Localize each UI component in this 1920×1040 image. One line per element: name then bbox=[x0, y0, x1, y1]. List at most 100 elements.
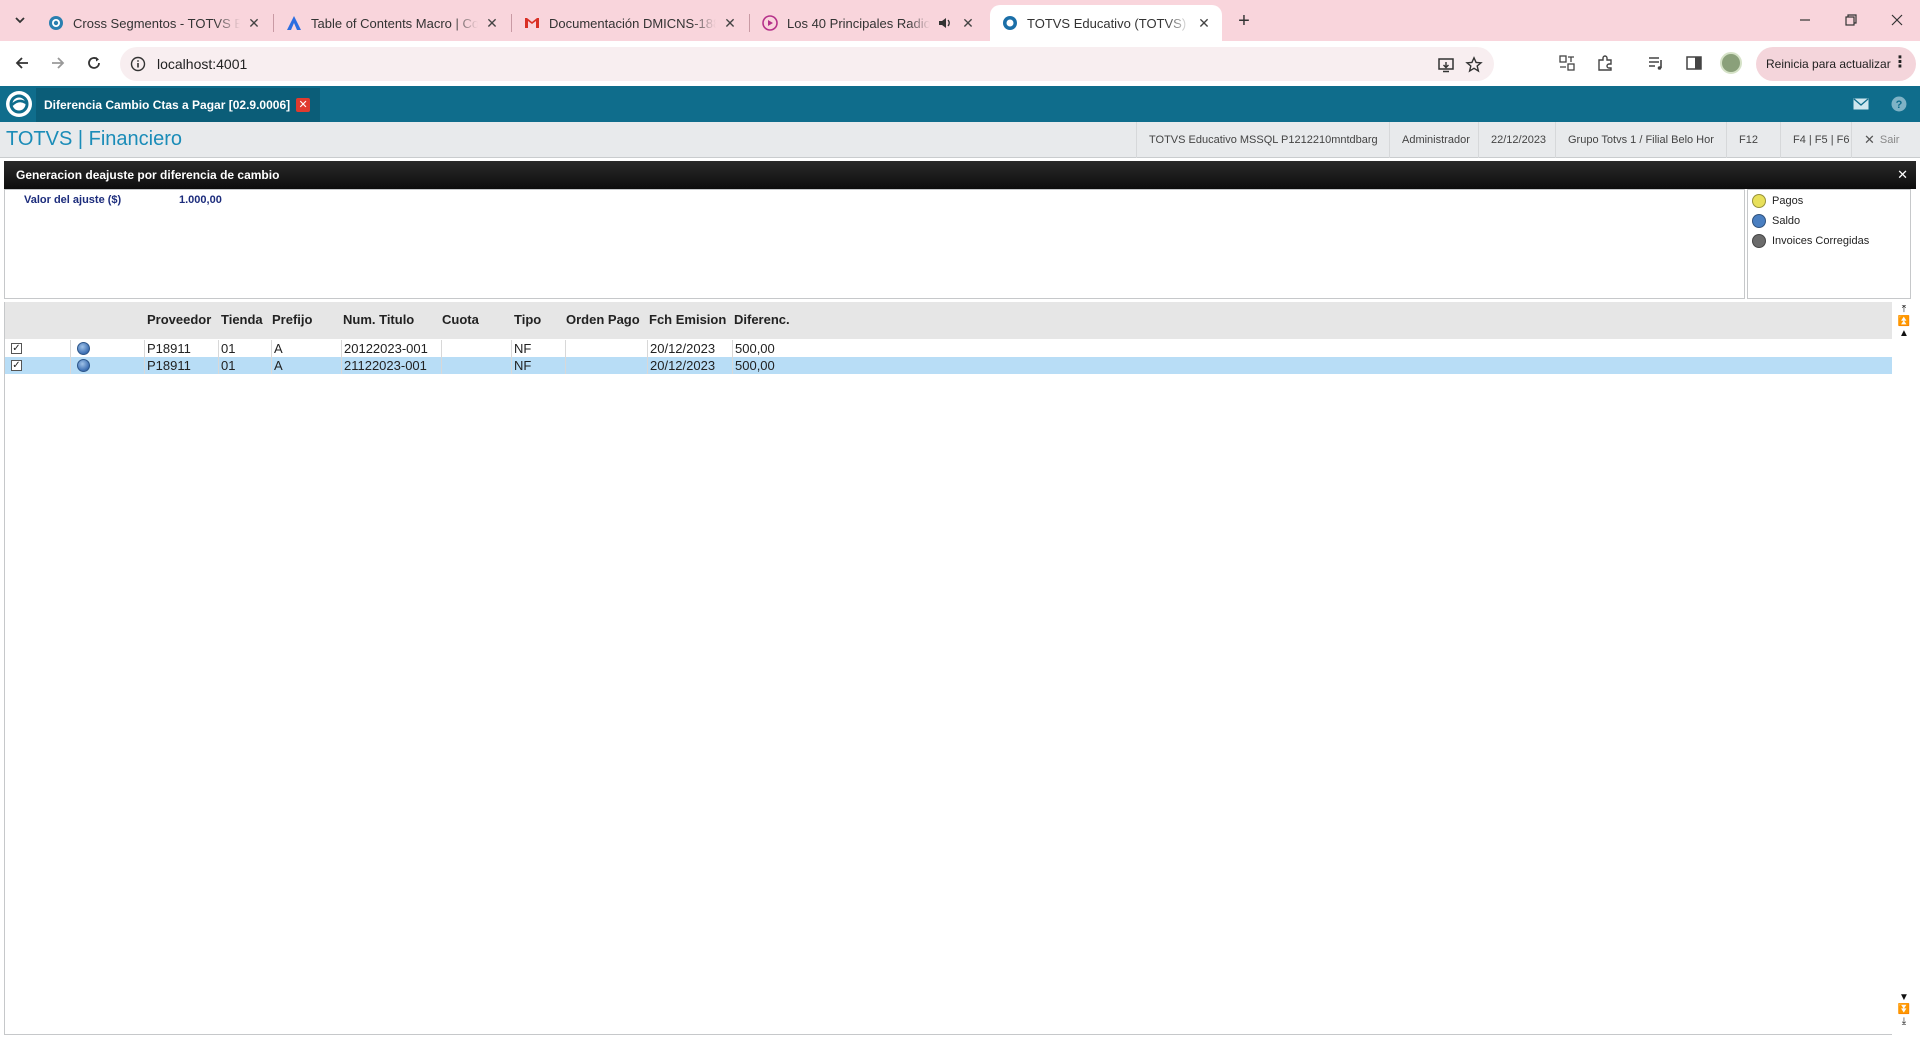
status-shortcuts[interactable]: F4 | F5 | F6 bbox=[1780, 122, 1861, 158]
restart-to-update-button[interactable]: Reinicia para actualizar ⋮ bbox=[1756, 47, 1916, 81]
media-queue-icon[interactable] bbox=[1645, 52, 1667, 74]
tab-close-icon[interactable]: ✕ bbox=[722, 15, 738, 31]
new-tab-plus-icon[interactable]: + bbox=[1230, 8, 1258, 34]
status-f12[interactable]: F12 bbox=[1726, 122, 1770, 158]
browser-tab-confluence[interactable]: Table of Contents Macro | Confluence ✕ bbox=[274, 5, 510, 41]
exit-button[interactable]: ✕ Sair bbox=[1851, 122, 1911, 158]
legend-label: Invoices Corregidas bbox=[1772, 235, 1870, 247]
legend-panel: Pagos Saldo Invoices Corregidas bbox=[1747, 189, 1911, 299]
browser-tab-bar: Cross Segmentos - TOTVS Backoffice ✕ Tab… bbox=[0, 0, 1920, 41]
url-text[interactable]: localhost:4001 bbox=[157, 56, 247, 72]
status-user[interactable]: Administrador bbox=[1389, 122, 1482, 158]
totvs-logo-icon[interactable] bbox=[6, 91, 32, 117]
column-header-orden-pago[interactable]: Orden Pago bbox=[566, 312, 640, 327]
table-row-selected[interactable]: ✓ P18911 01 A 21122023-001 NF 20/12/2023… bbox=[5, 357, 1893, 374]
profile-avatar[interactable] bbox=[1720, 52, 1742, 74]
page-down-icon[interactable]: ⏬ bbox=[1897, 1004, 1911, 1016]
gray-status-icon bbox=[1752, 234, 1766, 248]
dialog-close-icon[interactable]: ✕ bbox=[1897, 167, 1908, 183]
tab-title: TOTVS Educativo (TOTVS) 02.9.0006 bbox=[1027, 15, 1190, 31]
browser-tab-totvs-active[interactable]: TOTVS Educativo (TOTVS) 02.9.0006 ✕ bbox=[990, 5, 1222, 41]
cell-num-titulo: 20122023-001 bbox=[342, 340, 442, 357]
column-header-proveedor[interactable]: Proveedor bbox=[147, 312, 211, 327]
bookmark-star-icon[interactable] bbox=[1464, 55, 1484, 75]
gmail-icon bbox=[524, 15, 540, 31]
cell-prefijo: A bbox=[272, 340, 342, 357]
grid-scrollbar[interactable]: ⤒ ⏫ ▲ ▼ ⏬ ⤓ bbox=[1892, 302, 1916, 1035]
column-header-diferenc[interactable]: Diferenc. bbox=[734, 312, 790, 327]
tab-title: Cross Segmentos - TOTVS Backoffice bbox=[73, 15, 240, 31]
window-close-icon[interactable] bbox=[1874, 0, 1920, 40]
cell-orden-pago bbox=[566, 340, 648, 357]
legend-item-pagos: Pagos bbox=[1752, 192, 1803, 210]
legend-item-saldo: Saldo bbox=[1752, 212, 1800, 230]
open-routine-title: Diferencia Cambio Ctas a Pagar [02.9.000… bbox=[44, 98, 291, 112]
close-routine-icon[interactable]: ✕ bbox=[296, 98, 311, 112]
address-bar[interactable]: localhost:4001 bbox=[120, 47, 1494, 81]
restore-icon[interactable] bbox=[1828, 0, 1874, 40]
status-branch[interactable]: Grupo Totvs 1 / Filial Belo Hor bbox=[1555, 122, 1726, 158]
tab-search-chevron-down-icon[interactable] bbox=[8, 8, 32, 32]
browser-tab-los40[interactable]: Los 40 Principales Radio En ✕ bbox=[750, 5, 986, 41]
browser-tab-cross-segmentos[interactable]: Cross Segmentos - TOTVS Backoffice ✕ bbox=[36, 5, 272, 41]
globe-icon bbox=[48, 15, 64, 31]
mail-icon[interactable] bbox=[1852, 95, 1870, 113]
update-button-label: Reinicia para actualizar bbox=[1766, 57, 1891, 71]
play-icon bbox=[762, 15, 778, 31]
cell-prefijo: A bbox=[272, 357, 342, 374]
checkbox-cell bbox=[5, 340, 71, 357]
side-panel-icon[interactable] bbox=[1683, 52, 1705, 74]
legend-item-invoices: Invoices Corregidas bbox=[1752, 232, 1869, 250]
tab-close-icon[interactable]: ✕ bbox=[1196, 15, 1212, 31]
scroll-bottom-icon[interactable]: ⤓ bbox=[1897, 1016, 1911, 1028]
cell-tipo: NF bbox=[512, 357, 566, 374]
checkbox-cell bbox=[5, 357, 71, 374]
blue-status-icon bbox=[1752, 214, 1766, 228]
column-header-tipo[interactable]: Tipo bbox=[514, 312, 541, 327]
status-date[interactable]: 22/12/2023 bbox=[1478, 122, 1558, 158]
forward-arrow-icon[interactable] bbox=[44, 49, 72, 77]
translate-extension-icon[interactable] bbox=[1556, 52, 1578, 74]
browser-tab-gmail[interactable]: Documentación DMICNS-18866 ✕ bbox=[512, 5, 748, 41]
table-row[interactable]: ✓ P18911 01 A 20122023-001 NF 20/12/2023… bbox=[5, 340, 1893, 357]
scroll-up-icon[interactable]: ▲ bbox=[1897, 328, 1911, 340]
confluence-icon bbox=[286, 15, 302, 31]
page-up-icon[interactable]: ⏫ bbox=[1897, 316, 1911, 328]
column-header-tienda[interactable]: Tienda bbox=[221, 312, 263, 327]
status-environment[interactable]: TOTVS Educativo MSSQL P1212210mntdbarg bbox=[1136, 122, 1390, 158]
site-info-icon[interactable] bbox=[130, 56, 146, 72]
exit-label: Sair bbox=[1879, 134, 1900, 146]
back-arrow-icon[interactable] bbox=[8, 49, 36, 77]
cell-proveedor: P18911 bbox=[145, 357, 219, 374]
browser-toolbar: localhost:4001 Reinicia para actualizar … bbox=[0, 41, 1920, 86]
scroll-down-icon[interactable]: ▼ bbox=[1897, 992, 1911, 1004]
status-cell bbox=[71, 357, 145, 374]
dialog-title: Generacion deajuste por diferencia de ca… bbox=[16, 168, 280, 182]
column-header-cuota[interactable]: Cuota bbox=[442, 312, 479, 327]
speaker-icon[interactable] bbox=[936, 15, 954, 31]
module-title: TOTVS | Financiero bbox=[6, 128, 182, 150]
tab-close-icon[interactable]: ✕ bbox=[484, 15, 500, 31]
reload-icon[interactable] bbox=[80, 49, 108, 77]
extensions-puzzle-icon[interactable] bbox=[1594, 52, 1616, 74]
cell-tienda: 01 bbox=[219, 340, 272, 357]
tab-title: Los 40 Principales Radio En bbox=[787, 15, 930, 31]
cell-cuota bbox=[442, 357, 512, 374]
column-header-num-titulo[interactable]: Num. Titulo bbox=[343, 312, 414, 327]
tab-close-icon[interactable]: ✕ bbox=[960, 15, 976, 31]
adjustment-value-label: Valor del ajuste ($) bbox=[24, 194, 122, 206]
app-top-bar: Diferencia Cambio Ctas a Pagar [02.9.000… bbox=[0, 86, 1920, 122]
help-icon[interactable]: ? bbox=[1890, 95, 1908, 113]
install-app-icon[interactable] bbox=[1436, 55, 1456, 75]
tab-close-icon[interactable]: ✕ bbox=[246, 15, 262, 31]
column-header-fch-emision[interactable]: Fch Emision bbox=[649, 312, 726, 327]
cell-num-titulo: 21122023-001 bbox=[342, 357, 442, 374]
more-vertical-icon[interactable]: ⋮ bbox=[1892, 54, 1908, 72]
column-header-prefijo[interactable]: Prefijo bbox=[272, 312, 312, 327]
minimize-icon[interactable] bbox=[1782, 0, 1828, 40]
adjustment-panel: Valor del ajuste ($) 1.000,00 bbox=[4, 189, 1745, 299]
open-routine-tab[interactable]: Diferencia Cambio Ctas a Pagar [02.9.000… bbox=[36, 88, 321, 122]
cell-cuota bbox=[442, 340, 512, 357]
scroll-top-icon[interactable]: ⤒ bbox=[1897, 304, 1911, 316]
module-status-bar: TOTVS | Financiero TOTVS Educativo MSSQL… bbox=[0, 122, 1920, 158]
